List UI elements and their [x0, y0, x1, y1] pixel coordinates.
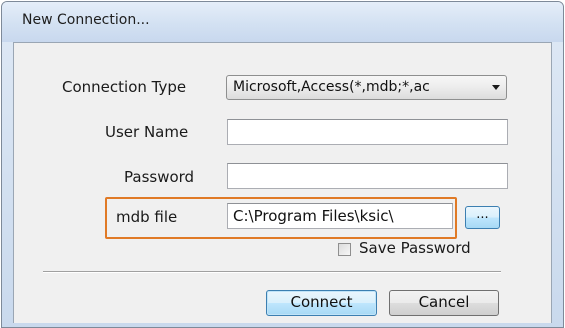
dialog-title: New Connection...: [22, 12, 150, 28]
connection-type-value: Microsoft,Access(*,mdb;*,ac: [233, 79, 430, 95]
user-name-field[interactable]: [227, 119, 508, 145]
mdb-file-label: mdb file: [116, 208, 178, 226]
connection-type-label: Connection Type: [62, 78, 187, 96]
password-label: Password: [124, 168, 195, 186]
mdb-file-value: C:\Program Files\ksic\: [233, 207, 394, 225]
user-name-label: User Name: [105, 123, 189, 141]
connect-button[interactable]: Connect: [266, 290, 377, 316]
mdb-file-field[interactable]: C:\Program Files\ksic\: [227, 203, 453, 229]
save-password-label[interactable]: Save Password: [359, 239, 471, 257]
save-password-checkbox[interactable]: [338, 243, 351, 256]
new-connection-dialog: New Connection... Connection Type Micros…: [1, 1, 564, 328]
title-bar[interactable]: New Connection...: [2, 2, 563, 42]
dialog-body: Connection Type Microsoft,Access(*,mdb;*…: [13, 42, 552, 323]
browse-button[interactable]: ...: [465, 206, 500, 229]
separator: [43, 271, 501, 273]
connection-type-select[interactable]: Microsoft,Access(*,mdb;*,ac: [226, 75, 507, 100]
cancel-button[interactable]: Cancel: [389, 290, 499, 316]
password-field[interactable]: [227, 163, 508, 189]
chevron-down-icon[interactable]: [492, 85, 500, 90]
